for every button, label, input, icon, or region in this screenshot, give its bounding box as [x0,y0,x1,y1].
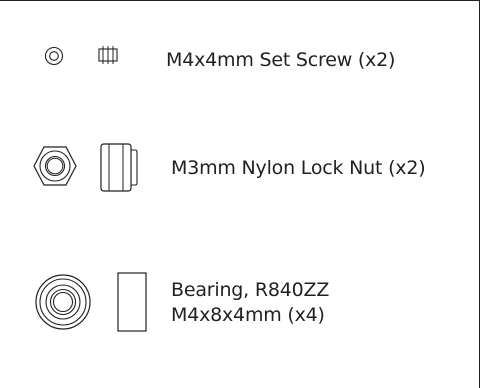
bearing-label-line-1: Bearing, R840ZZ [171,279,330,301]
set-screw-label: M4x4mm Set Screw (x2) [166,49,396,71]
set-screw-top-icon [44,46,64,66]
parts-sheet: M4x4mm Set Screw (x2) M3mm Nylon Lock Nu… [0,0,485,388]
lock-nut-label: M3mm Nylon Lock Nut (x2) [171,157,426,179]
hex-nut-top-icon [33,146,77,186]
bearing-label-line-2: M4x8x4mm (x4) [171,304,325,326]
lock-nut-side-icon [100,143,138,192]
set-screw-side-icon [98,46,118,64]
bearing-top-icon [35,274,91,330]
bearing-side-icon [117,272,147,332]
